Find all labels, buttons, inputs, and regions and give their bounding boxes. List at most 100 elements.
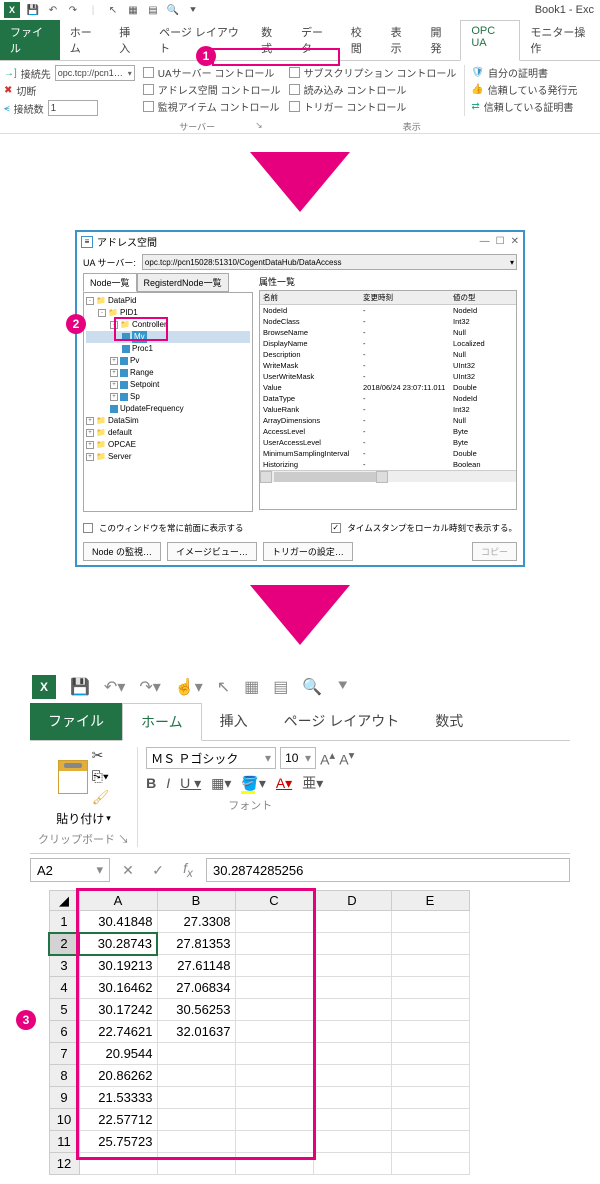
tab-monitor[interactable]: モニター操作 — [520, 20, 600, 60]
cell[interactable] — [313, 1043, 391, 1065]
cert-trusted-label[interactable]: 信頼している証明書 — [484, 99, 574, 114]
attr-row[interactable]: MinimumSamplingInterval-Double — [260, 448, 516, 459]
col-header-e[interactable]: E — [391, 891, 469, 911]
row-header[interactable]: 6 — [49, 1021, 79, 1043]
tab3-layout[interactable]: ページ レイアウト — [266, 703, 418, 740]
cell[interactable] — [313, 1131, 391, 1153]
row-header[interactable]: 5 — [49, 999, 79, 1021]
search-icon[interactable]: 🔍 — [166, 3, 180, 17]
attr-row[interactable]: DataType-NodeId — [260, 393, 516, 404]
attr-row[interactable]: BrowseName-Null — [260, 327, 516, 338]
row-header[interactable]: 9 — [49, 1087, 79, 1109]
cell[interactable] — [313, 1153, 391, 1175]
attr-row[interactable]: UserWriteMask-UInt32 — [260, 371, 516, 382]
touch-icon-3[interactable]: ☝▾ — [175, 677, 203, 697]
btn-trigger-set[interactable]: トリガーの設定… — [263, 542, 353, 561]
attr-row[interactable]: NodeId-NodeId — [260, 305, 516, 316]
paste-label[interactable]: 貼り付け — [56, 810, 104, 827]
trigger-check[interactable] — [289, 101, 300, 112]
row-header[interactable]: 4 — [49, 977, 79, 999]
borders-button[interactable]: ▦▾ — [211, 775, 231, 792]
attr-row[interactable]: NodeClass-Int32 — [260, 316, 516, 327]
attr-row[interactable]: Value2018/06/24 23:07:11.011Double — [260, 382, 516, 393]
attr-row[interactable]: WriteMask-UInt32 — [260, 360, 516, 371]
tab-home[interactable]: ホーム — [60, 20, 110, 60]
font-size-combo[interactable]: 10 — [280, 747, 316, 769]
maximize-icon[interactable]: ☐ — [496, 236, 505, 247]
row-header[interactable]: 3 — [49, 955, 79, 977]
uaserver-check[interactable] — [143, 67, 154, 78]
always-front-check[interactable] — [83, 523, 93, 533]
more-icon-3[interactable]: ⯆ — [336, 678, 349, 696]
cell[interactable] — [391, 1087, 469, 1109]
server-url-combo[interactable]: opc.tcp://pcn1… — [55, 65, 135, 81]
attr-scrollbar[interactable] — [260, 470, 516, 482]
disconnect-label[interactable]: 切断 — [16, 83, 36, 98]
connect-to-label[interactable]: 接続先 — [21, 66, 51, 81]
connect-count-field[interactable]: 1 — [48, 100, 98, 116]
minimize-icon[interactable]: — — [480, 236, 490, 247]
cell[interactable] — [391, 1043, 469, 1065]
grid-icon-3[interactable]: ▦ — [244, 677, 259, 697]
tab-dev[interactable]: 開発 — [420, 20, 460, 60]
cell[interactable] — [391, 1109, 469, 1131]
subscription-check[interactable] — [289, 67, 300, 78]
increase-font-icon[interactable]: A▴ — [320, 748, 335, 768]
formula-input[interactable]: 30.2874285256 — [206, 858, 570, 882]
cut-icon[interactable]: ✂ — [92, 747, 110, 764]
close-icon[interactable]: ✕ — [511, 236, 519, 247]
attr-row[interactable]: UserAccessLevel-Byte — [260, 437, 516, 448]
btn-watch-node[interactable]: Node の監視… — [83, 542, 161, 561]
redo-icon-3[interactable]: ↷▾ — [139, 677, 160, 697]
attr-row[interactable]: Historizing-Boolean — [260, 459, 516, 470]
cell[interactable] — [391, 977, 469, 999]
row-header[interactable]: 8 — [49, 1065, 79, 1087]
tab-file[interactable]: ファイル — [0, 20, 60, 60]
save-icon-3[interactable]: 💾 — [70, 677, 90, 697]
fill-color-button[interactable]: 🪣▾ — [241, 775, 265, 792]
cell[interactable] — [313, 933, 391, 955]
server-combo[interactable]: opc.tcp://pcn15028:51310/CogentDataHub/D… — [142, 254, 517, 270]
cell[interactable] — [391, 999, 469, 1021]
cell[interactable] — [313, 1065, 391, 1087]
paste-icon[interactable] — [58, 760, 88, 794]
connect-count-label[interactable]: 接続数 — [14, 101, 44, 116]
btn-image-view[interactable]: イメージビュー… — [167, 542, 257, 561]
attr-row[interactable]: Description-Null — [260, 349, 516, 360]
save-icon[interactable]: 💾 — [26, 3, 40, 17]
attr-col-type[interactable]: 値の型 — [450, 291, 516, 304]
tab-review[interactable]: 校閲 — [341, 20, 381, 60]
tab3-home[interactable]: ホーム — [122, 703, 202, 741]
row-header[interactable]: 11 — [49, 1131, 79, 1153]
copy-icon[interactable]: ⎘▾ — [92, 768, 110, 785]
col-header-d[interactable]: D — [313, 891, 391, 911]
row-header[interactable]: 7 — [49, 1043, 79, 1065]
italic-button[interactable]: I — [166, 775, 170, 791]
more-icon[interactable]: ⯆ — [186, 3, 200, 17]
cell[interactable] — [313, 955, 391, 977]
format-painter-icon[interactable]: 🖌 — [92, 789, 110, 806]
group-expand-icon[interactable]: ↘ — [255, 120, 263, 133]
cell[interactable] — [313, 1109, 391, 1131]
local-ts-check[interactable] — [331, 523, 341, 533]
cell[interactable] — [313, 1087, 391, 1109]
undo-icon[interactable]: ↶ — [46, 3, 60, 17]
attr-col-time[interactable]: 変更時刻 — [360, 291, 450, 304]
cell[interactable] — [391, 1065, 469, 1087]
attr-row[interactable]: ValueRank-Int32 — [260, 404, 516, 415]
table-icon[interactable]: ▤ — [146, 3, 160, 17]
cell[interactable] — [391, 1131, 469, 1153]
table-icon-3[interactable]: ▤ — [273, 677, 288, 697]
tab-view[interactable]: 表示 — [381, 20, 421, 60]
redo-icon[interactable]: ↷ — [66, 3, 80, 17]
select-all-corner[interactable]: ◢ — [49, 891, 79, 911]
undo-icon-3[interactable]: ↶▾ — [104, 677, 125, 697]
addrspace-check[interactable] — [143, 84, 154, 95]
cert-own-label[interactable]: 自分の証明書 — [488, 65, 548, 80]
cell[interactable] — [313, 1021, 391, 1043]
font-name-combo[interactable]: ＭＳ Ｐゴシック — [146, 747, 276, 769]
cell[interactable] — [391, 933, 469, 955]
name-box[interactable]: A2 — [30, 858, 110, 882]
row-header[interactable]: 2 — [49, 933, 79, 955]
cell[interactable] — [391, 911, 469, 933]
